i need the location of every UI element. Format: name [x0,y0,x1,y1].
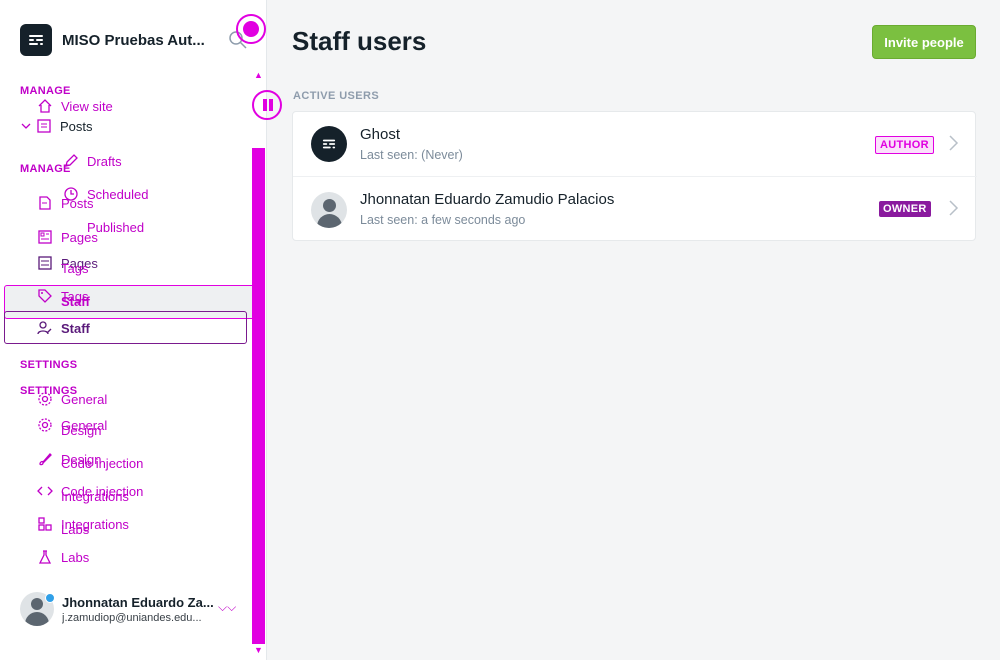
user-row-name: Ghost [360,126,401,143]
settings-heading: SETTINGS [20,359,78,371]
nav-staff[interactable]: Staff [36,319,90,337]
nav-design-overlay[interactable]: Design [61,423,101,438]
gear-icon [36,416,54,434]
nav-staff-label: Staff [61,320,90,336]
manage-heading-overlay: MANAGE [20,85,71,97]
nav-manage-posts[interactable]: Posts [36,194,94,212]
page-title: Staff users [292,26,427,56]
nav-labs-label: Labs [61,549,90,565]
pages-icon [36,254,54,272]
ghost-logo-icon [20,24,52,56]
nav-general-overlay-label: General [61,391,108,407]
list-item[interactable]: Ghost Last seen: (Never) AUTHOR [293,112,977,177]
manage-heading: MANAGE [20,163,71,175]
active-users-heading: ACTIVE USERS [293,90,380,102]
pages-icon [36,228,54,246]
nav-manage-posts-label: Posts [61,195,94,211]
nav-posts-label: Posts [60,118,93,134]
sidebar: MISO Pruebas Aut... ▲ MANAGE View site P… [0,0,282,660]
posts-edit-icon [36,194,54,212]
online-status-dot [45,593,55,603]
list-item[interactable]: Jhonnatan Eduardo Zamudio Palacios Last … [293,177,977,242]
nav-general-overlay[interactable]: General [36,390,107,408]
flask-icon [36,548,54,566]
code-icon [36,482,54,500]
role-badge: AUTHOR [875,136,934,154]
invite-people-button[interactable]: Invite people [872,25,976,59]
nav-scheduled-label: Scheduled [87,186,149,202]
nav-staff-overlay[interactable]: Staff [61,294,90,309]
sidebar-scrollbar[interactable] [252,148,265,644]
nav-drafts[interactable]: Drafts [62,152,122,170]
nav-view-site[interactable]: View site [36,97,113,115]
nav-drafts-label: Drafts [87,153,122,169]
nav-labs-overlay-label: Labs [61,522,90,537]
nav-labs-overlay[interactable]: Labs [61,522,89,537]
user-email: j.zamudiop@uniandes.edu... [62,611,202,624]
users-list: Ghost Last seen: (Never) AUTHOR Jhonnata… [292,111,977,242]
home-icon [36,97,54,115]
chevron-right-icon [949,200,959,216]
nav-tags-overlay-label: Tags [61,261,89,276]
integrations-icon [36,515,54,533]
user-name: Jhonnatan Eduardo Za... [62,594,214,610]
scroll-down-arrow-icon[interactable]: ▼ [254,645,263,655]
nav-labs[interactable]: Labs [36,548,89,566]
gear-icon [36,390,54,408]
nav-code-injection-overlay-label: Code injection [61,456,144,471]
nav-staff-overlay-label: Staff [61,294,90,309]
role-badge: OWNER [879,201,931,217]
chevron-down-icon[interactable]: ⌵⌵ [218,600,236,615]
ghost-avatar-icon [311,126,347,162]
record-indicator-icon[interactable] [236,14,266,44]
scroll-up-arrow-icon[interactable]: ▲ [254,70,263,80]
nav-pages-label: Pages [61,229,98,245]
user-row-last-seen: Last seen: (Never) [360,148,463,162]
site-brand[interactable]: MISO Pruebas Aut... [20,24,217,56]
user-row-name: Jhonnatan Eduardo Zamudio Palacios [360,191,615,208]
nav-integrations-overlay[interactable]: Integrations [61,489,129,504]
pause-indicator-icon[interactable] [252,90,282,120]
user-row-last-seen: Last seen: a few seconds ago [360,213,526,227]
chevron-right-icon [949,135,959,151]
site-name: MISO Pruebas Aut... [62,31,205,49]
nav-view-site-label: View site [61,98,113,114]
staff-icon [36,319,54,337]
nav-design-overlay-label: Design [61,423,102,438]
nav-posts[interactable]: Posts [20,117,93,135]
chevron-down-icon [20,117,32,135]
nav-pages[interactable]: Pages [36,228,98,246]
tag-icon [36,287,54,305]
nav-integrations-overlay-label: Integrations [61,489,129,504]
nav-code-injection-overlay[interactable]: Code injection [61,456,143,471]
avatar [311,191,347,228]
nav-tags-overlay[interactable]: Tags [61,261,88,276]
posts-icon [35,117,53,135]
brush-icon [36,450,54,468]
